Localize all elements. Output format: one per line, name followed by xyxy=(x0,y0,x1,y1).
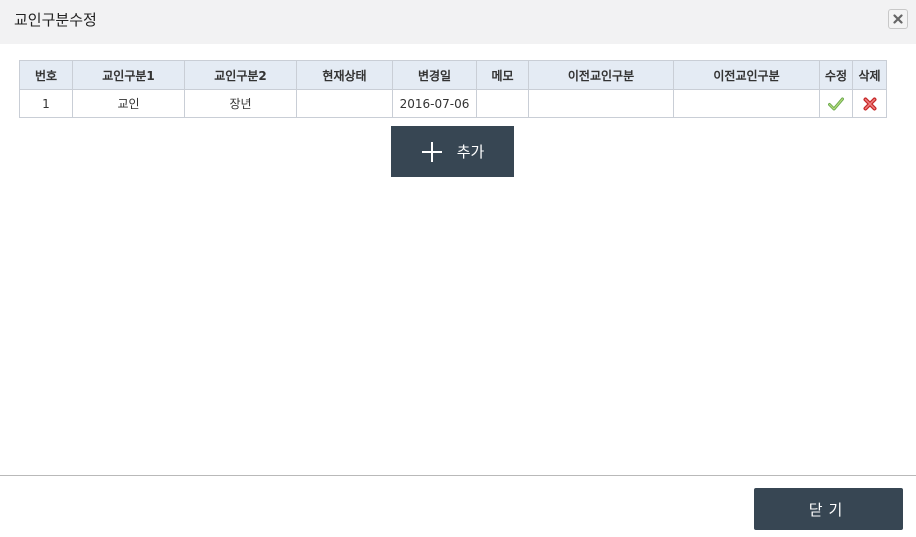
cell-prev-type1 xyxy=(528,89,674,118)
plus-icon xyxy=(421,141,442,162)
delete-x-icon xyxy=(863,97,876,110)
cell-memo xyxy=(476,89,529,118)
dialog-close-button[interactable] xyxy=(888,9,908,29)
header-type1: 교인구분1 xyxy=(72,60,185,90)
header-changed-date: 변경일 xyxy=(392,60,477,90)
header-memo: 메모 xyxy=(476,60,529,90)
add-button[interactable]: 추가 xyxy=(391,126,514,177)
cell-type2: 장년 xyxy=(184,89,297,118)
cell-edit xyxy=(819,89,853,118)
check-icon xyxy=(828,97,844,110)
table-header-row: 번호 교인구분1 교인구분2 현재상태 변경일 메모 이전교인구분 이전교인구분… xyxy=(19,60,887,90)
header-edit: 수정 xyxy=(819,60,853,90)
add-button-label: 추가 xyxy=(456,143,485,161)
table-row: 1 교인 장년 2016-07-06 xyxy=(19,89,887,118)
edit-button[interactable] xyxy=(827,95,845,113)
header-status: 현재상태 xyxy=(296,60,393,90)
close-button[interactable]: 닫기 xyxy=(754,488,903,530)
member-type-table: 번호 교인구분1 교인구분2 현재상태 변경일 메모 이전교인구분 이전교인구분… xyxy=(19,60,887,118)
header-prev-type2: 이전교인구분 xyxy=(673,60,820,90)
cell-prev-type2 xyxy=(673,89,820,118)
close-x-icon xyxy=(893,14,903,24)
footer-divider xyxy=(0,475,916,476)
cell-no: 1 xyxy=(19,89,73,118)
dialog-titlebar: 교인구분수정 xyxy=(0,0,916,44)
cell-delete xyxy=(852,89,887,118)
close-button-label: 닫기 xyxy=(808,500,849,519)
cell-status xyxy=(296,89,393,118)
header-type2: 교인구분2 xyxy=(184,60,297,90)
header-no: 번호 xyxy=(19,60,73,90)
cell-type1: 교인 xyxy=(72,89,185,118)
header-prev-type1: 이전교인구분 xyxy=(528,60,674,90)
header-delete: 삭제 xyxy=(852,60,887,90)
delete-button[interactable] xyxy=(861,95,879,113)
cell-changed-date: 2016-07-06 xyxy=(392,89,477,118)
dialog-title: 교인구분수정 xyxy=(14,11,97,29)
